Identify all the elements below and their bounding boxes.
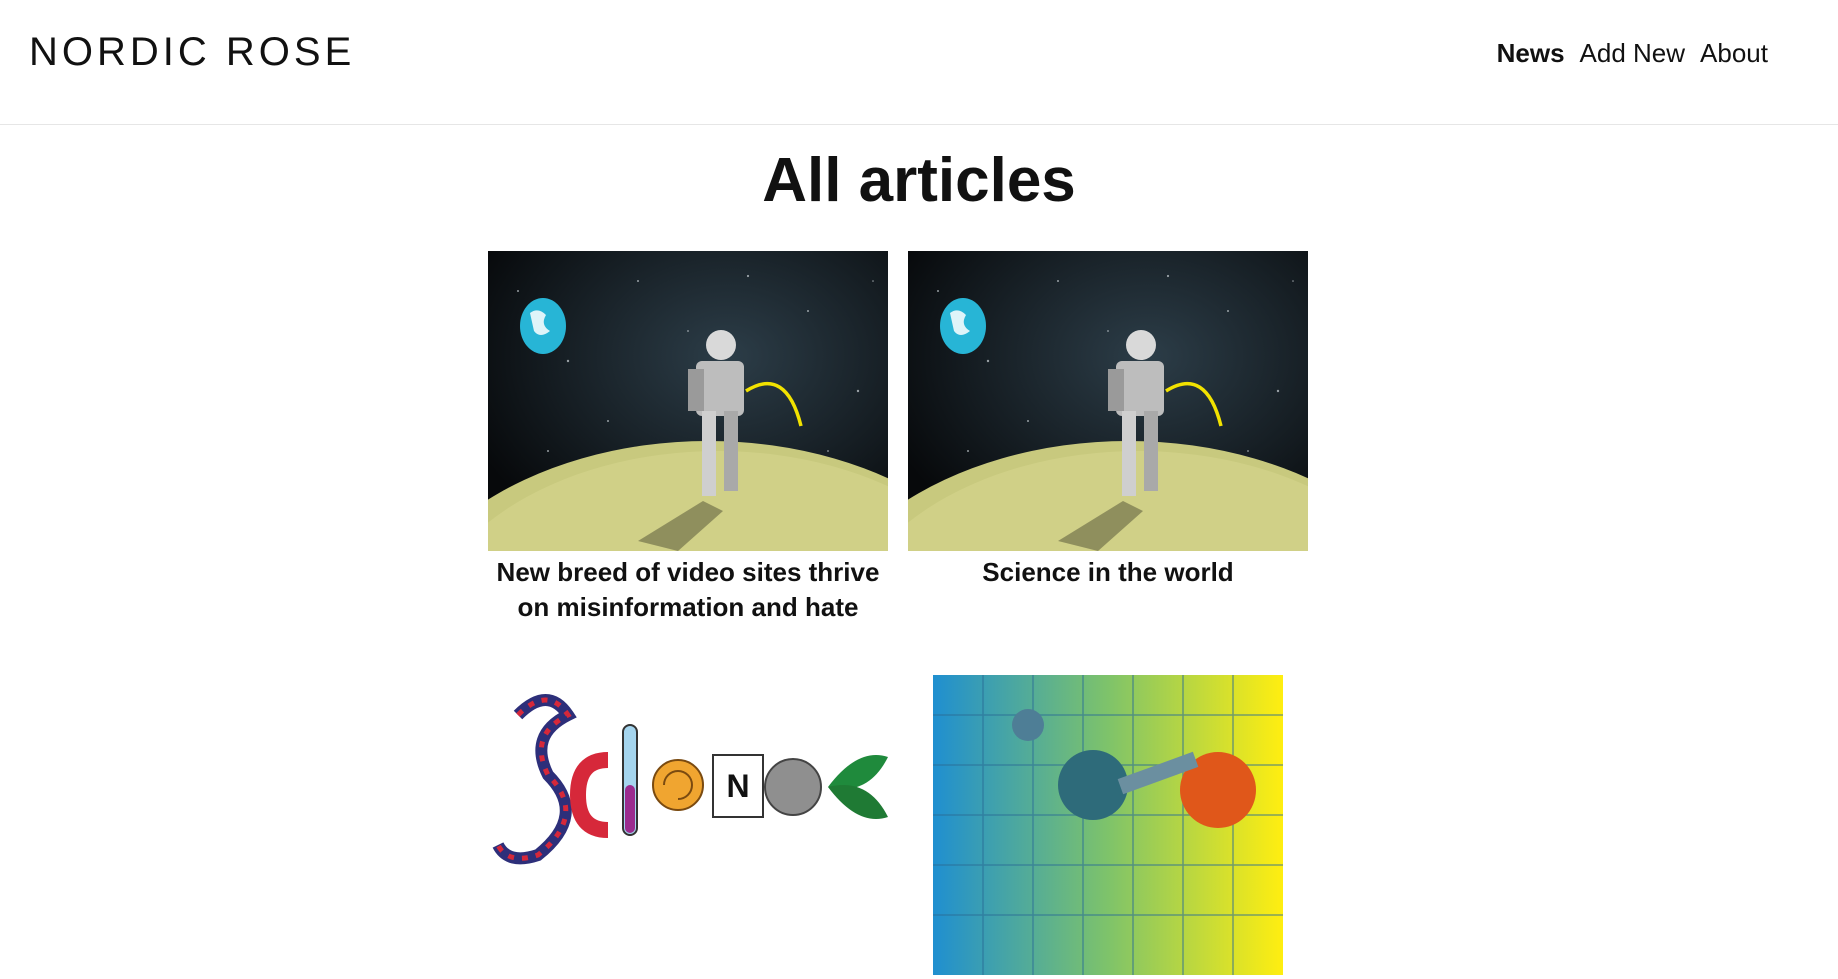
article-title[interactable]: New breed of video sites thrive on misin… [488, 555, 888, 625]
brand-logo[interactable]: NORDIC ROSE [29, 30, 355, 75]
main-nav: News Add New About [1497, 38, 1768, 69]
article-card[interactable]: N [488, 675, 888, 979]
article-thumbnail-astronaut[interactable] [488, 251, 888, 551]
article-thumbnail-astronaut[interactable] [908, 251, 1308, 551]
site-header: NORDIC ROSE News Add New About [0, 0, 1838, 125]
article-grid: New breed of video sites thrive on misin… [488, 251, 1308, 979]
article-thumbnail-molecule[interactable] [908, 675, 1308, 975]
page-title: All articles [762, 146, 1076, 215]
svg-text:N: N [726, 768, 749, 804]
nav-about[interactable]: About [1700, 38, 1768, 69]
nav-add-new[interactable]: Add New [1580, 38, 1686, 69]
nav-news[interactable]: News [1497, 38, 1565, 69]
article-title[interactable]: Science in the world [908, 555, 1308, 590]
article-card[interactable]: New breed of video sites thrive on misin… [488, 251, 888, 625]
article-card[interactable]: Science in the world [908, 251, 1308, 625]
article-thumbnail-science[interactable]: N [488, 675, 888, 975]
article-card[interactable] [908, 675, 1308, 979]
